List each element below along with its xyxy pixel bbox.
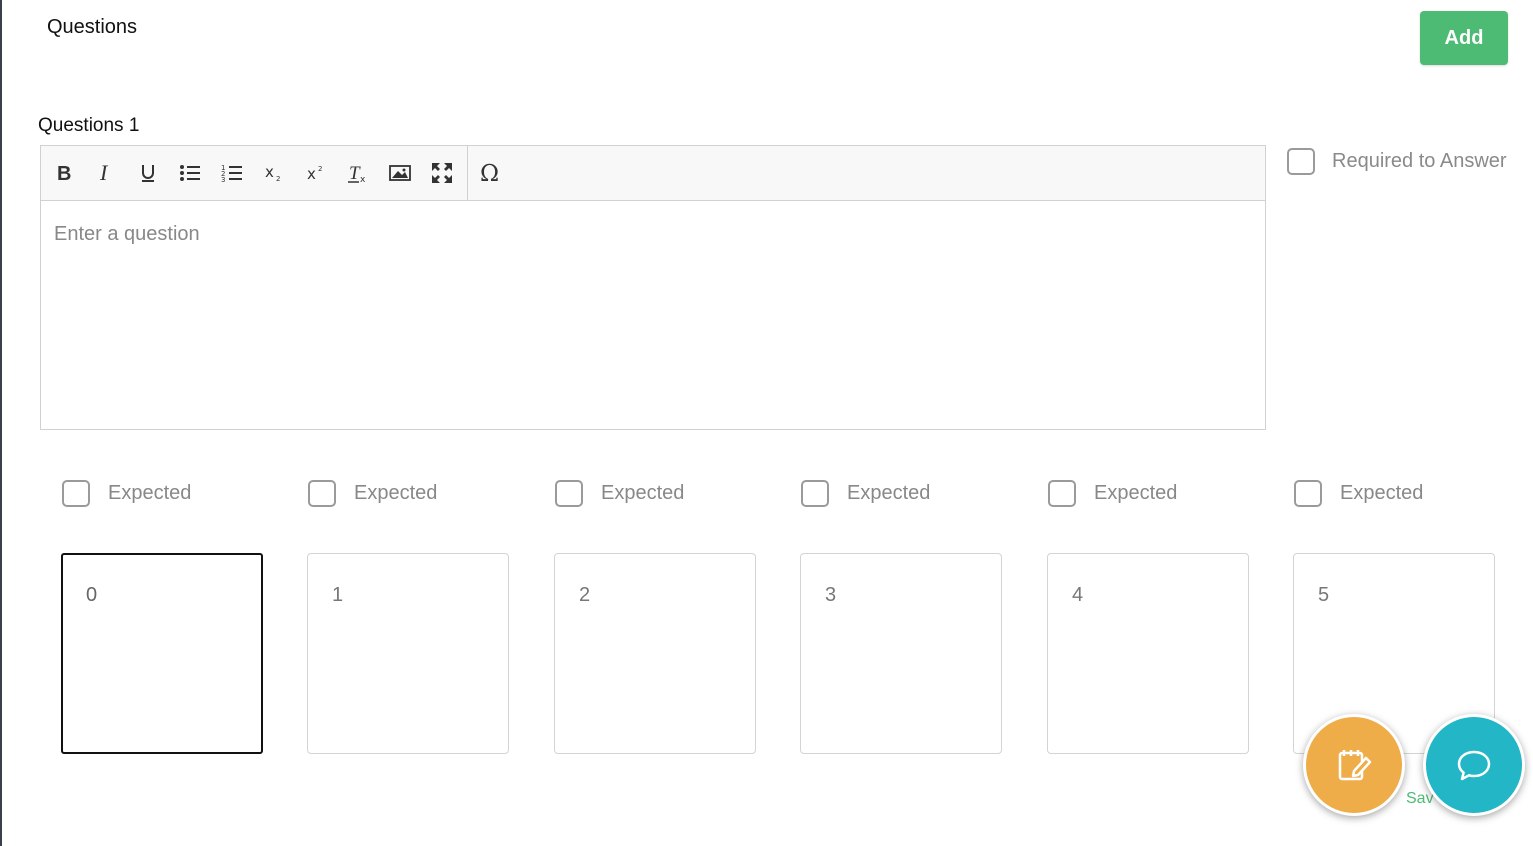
- svg-text:x: x: [307, 165, 316, 183]
- question-input[interactable]: Enter a question: [41, 201, 1265, 429]
- expected-checkbox[interactable]: [1048, 480, 1076, 507]
- expected-checkbox[interactable]: [62, 480, 90, 507]
- bold-icon[interactable]: B: [43, 155, 85, 191]
- required-label: Required to Answer: [1332, 150, 1507, 172]
- editor-toolbar: B I 123 x2 x2 Tx Ω: [41, 146, 1265, 201]
- expected-option-5[interactable]: Expected: [1294, 480, 1423, 507]
- expected-label: Expected: [108, 482, 192, 504]
- maximize-icon[interactable]: [421, 155, 463, 191]
- underline-icon[interactable]: [127, 155, 169, 191]
- svg-text:3: 3: [221, 176, 225, 183]
- answer-option-box[interactable]: 3: [800, 553, 1002, 754]
- add-button[interactable]: Add: [1420, 11, 1508, 65]
- svg-text:x: x: [360, 175, 366, 184]
- numbered-list-icon[interactable]: 123: [211, 155, 253, 191]
- answer-option-box[interactable]: 1: [307, 553, 509, 754]
- svg-text:2: 2: [276, 175, 280, 183]
- expected-label: Expected: [1340, 482, 1424, 504]
- expected-label: Expected: [601, 482, 685, 504]
- expected-label: Expected: [354, 482, 438, 504]
- expected-option-2[interactable]: Expected: [555, 480, 684, 507]
- svg-text:2: 2: [318, 165, 322, 173]
- bulleted-list-icon[interactable]: [169, 155, 211, 191]
- toolbar-separator: [467, 146, 468, 200]
- svg-text:x: x: [265, 163, 274, 181]
- subscript-icon[interactable]: x2: [253, 155, 295, 191]
- remove-format-icon[interactable]: Tx: [337, 155, 379, 191]
- expected-option-3[interactable]: Expected: [801, 480, 930, 507]
- image-icon[interactable]: [379, 155, 421, 191]
- chat-fab-button[interactable]: [1423, 714, 1525, 816]
- expected-option-0[interactable]: Expected: [62, 480, 191, 507]
- answer-option-box[interactable]: 4: [1047, 553, 1249, 754]
- expected-checkbox[interactable]: [1294, 480, 1322, 507]
- section-title: Questions: [47, 16, 138, 38]
- svg-text:B: B: [57, 163, 71, 183]
- required-to-answer[interactable]: Required to Answer: [1287, 148, 1507, 175]
- left-border: [0, 0, 2, 846]
- question-label: Questions 1: [38, 115, 140, 136]
- expected-row: Expected Expected Expected Expected Expe…: [0, 480, 1533, 510]
- expected-checkbox[interactable]: [555, 480, 583, 507]
- special-character-icon[interactable]: Ω: [470, 155, 512, 191]
- expected-label: Expected: [1094, 482, 1178, 504]
- expected-label: Expected: [847, 482, 931, 504]
- italic-icon[interactable]: I: [85, 155, 127, 191]
- toolbar-group-insert: Ω: [470, 146, 512, 200]
- expected-option-1[interactable]: Expected: [308, 480, 437, 507]
- edit-fab-button[interactable]: [1303, 714, 1405, 816]
- answer-option-box[interactable]: 0: [61, 553, 263, 754]
- svg-text:Ω: Ω: [480, 161, 499, 185]
- question-editor: B I 123 x2 x2 Tx Ω Enter a question: [40, 145, 1266, 430]
- svg-text:I: I: [99, 163, 109, 183]
- expected-checkbox[interactable]: [801, 480, 829, 507]
- superscript-icon[interactable]: x2: [295, 155, 337, 191]
- save-link[interactable]: Sav: [1406, 790, 1434, 808]
- expected-checkbox[interactable]: [308, 480, 336, 507]
- edit-icon: [1338, 750, 1372, 781]
- expected-option-4[interactable]: Expected: [1048, 480, 1177, 507]
- answer-option-box[interactable]: 2: [554, 553, 756, 754]
- chat-icon: [1457, 750, 1491, 781]
- required-checkbox[interactable]: [1287, 148, 1315, 175]
- toolbar-group-format: B I 123 x2 x2 Tx: [43, 146, 463, 200]
